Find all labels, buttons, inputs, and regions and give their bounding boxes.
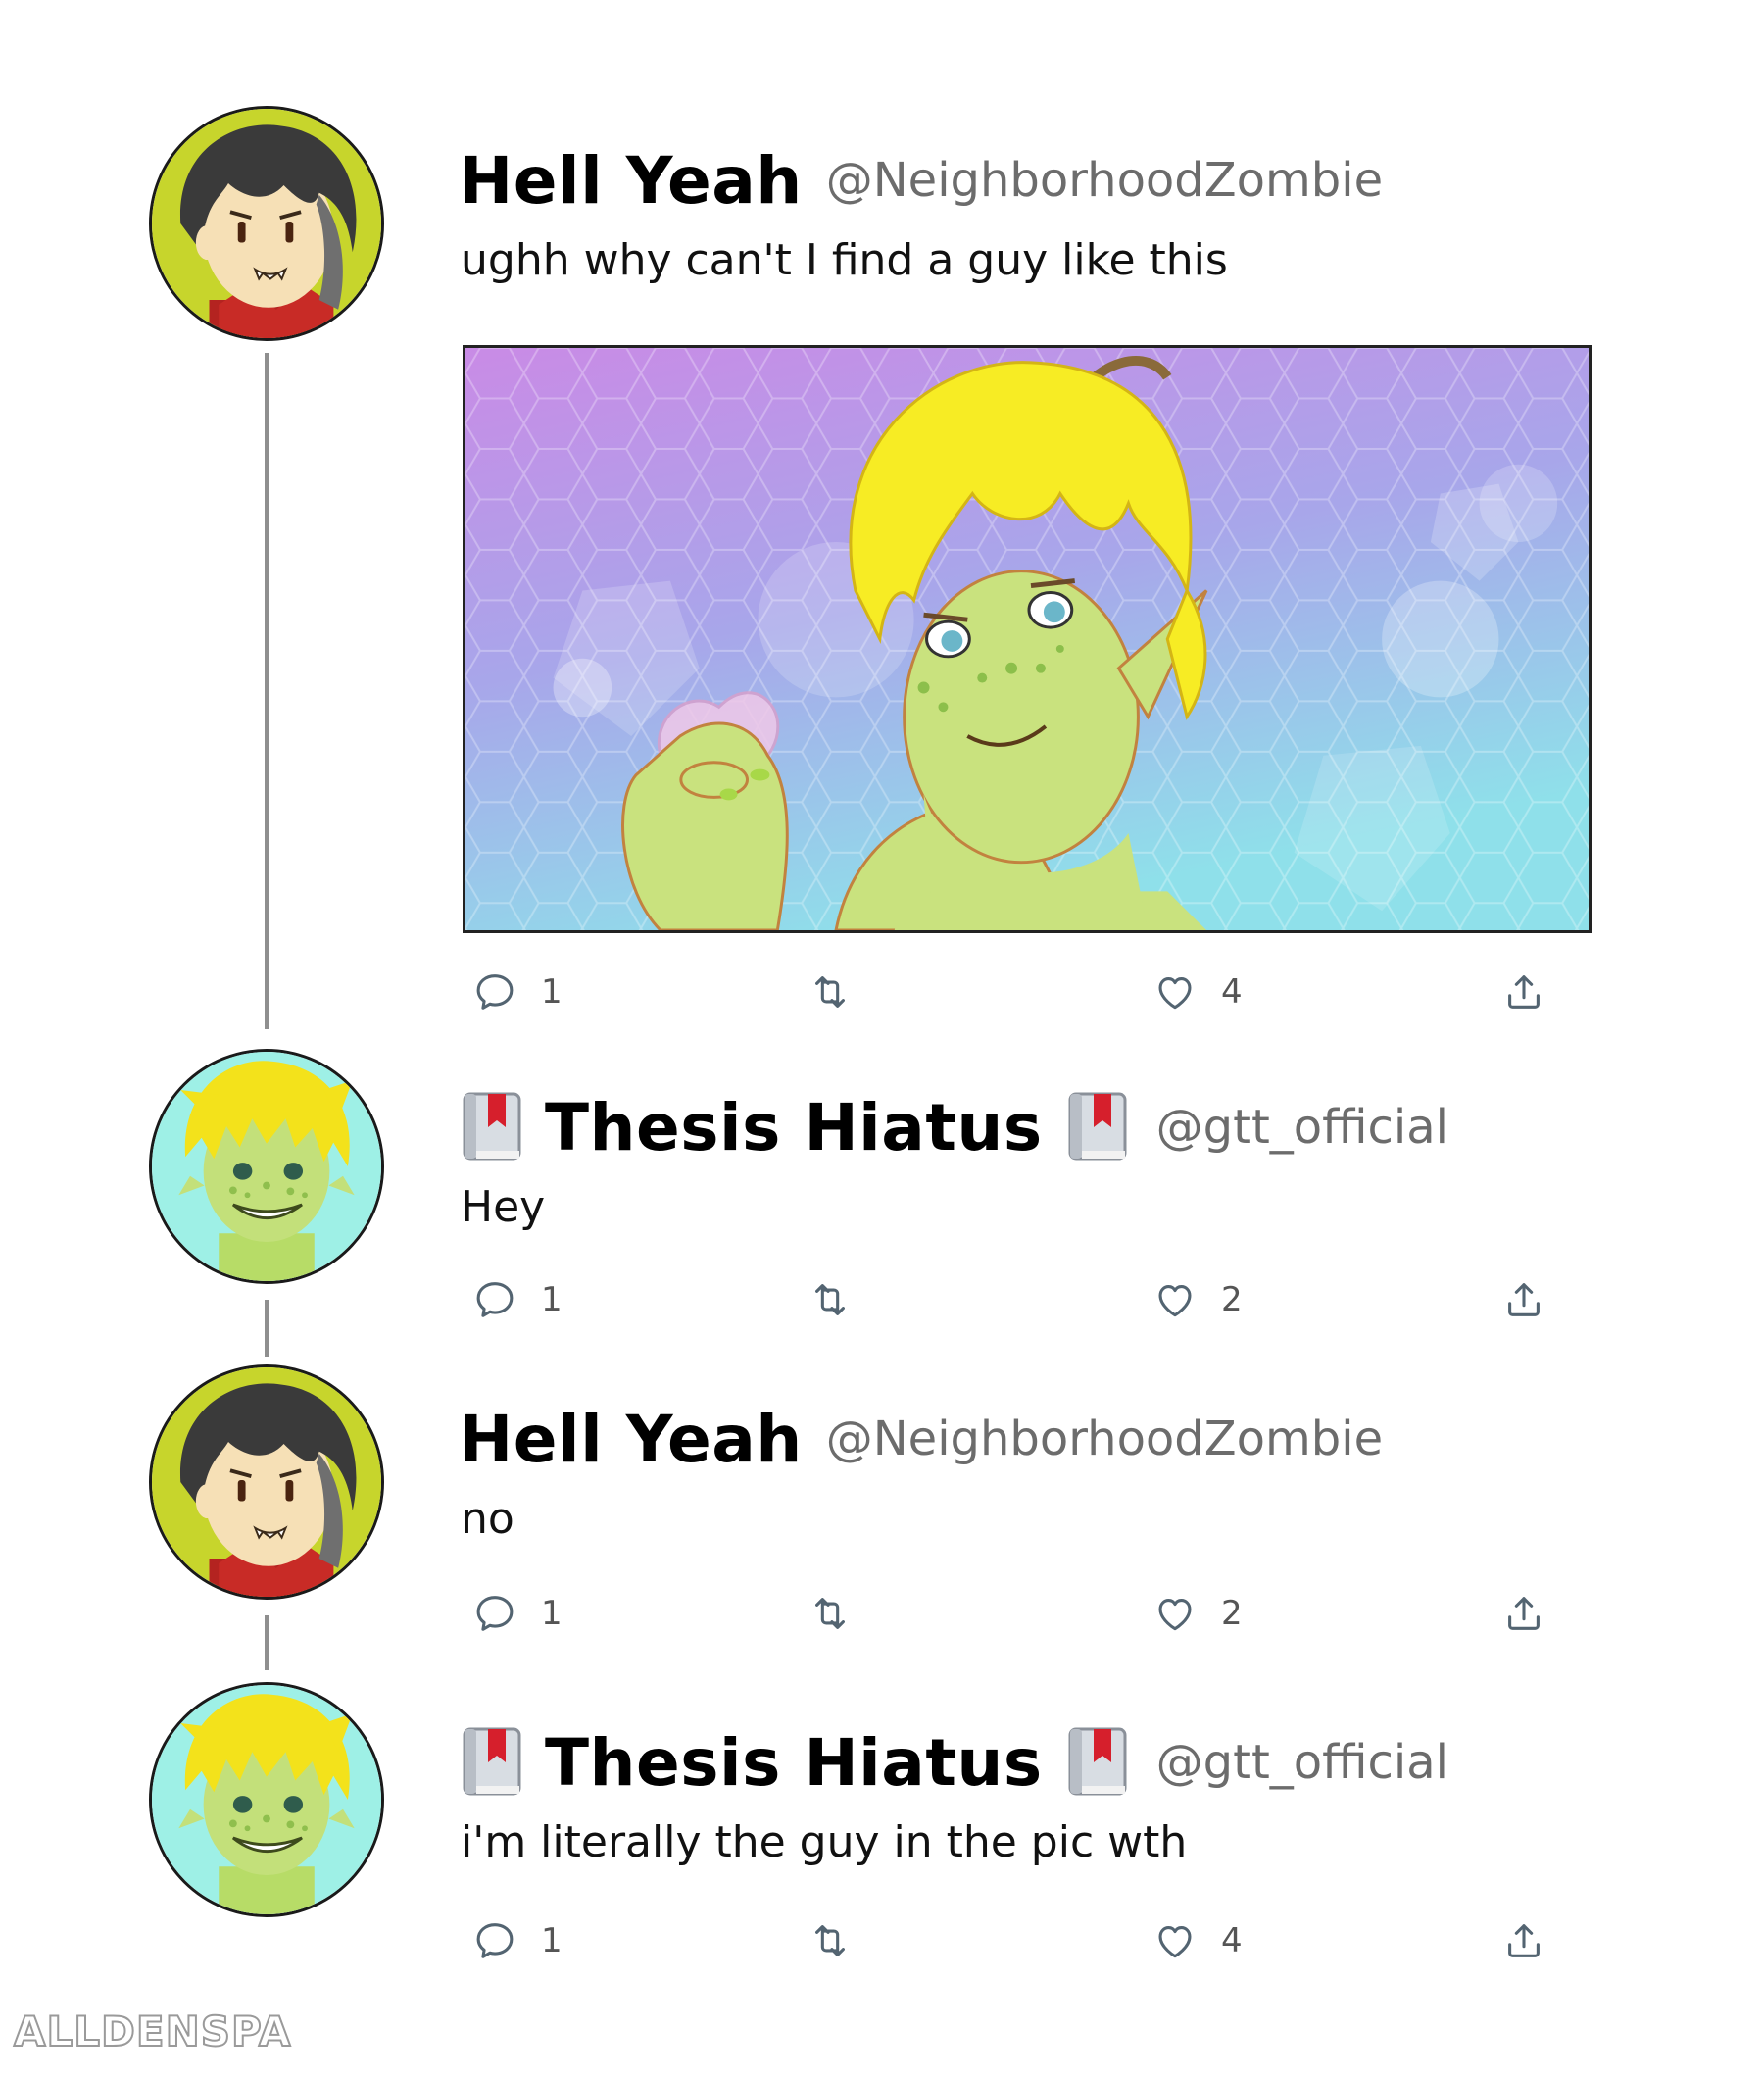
tweet-header: Thesis Hiatus @gtt_official (459, 1086, 1448, 1168)
share-upload-icon (1501, 1918, 1546, 1963)
thread-connector-line (265, 353, 270, 1029)
like-count: 4 (1221, 972, 1243, 1012)
dark-haired-vampire-avatar-image (152, 109, 381, 338)
tweet-text: Hey (461, 1182, 546, 1232)
speech-bubble-icon (472, 1918, 517, 1963)
avatar[interactable] (149, 1049, 384, 1284)
like-button[interactable]: 4 (1152, 1911, 1243, 1970)
like-button[interactable]: 2 (1152, 1584, 1243, 1643)
tweet-header: Hell Yeah @NeighborhoodZombie (459, 1400, 1383, 1478)
tweet-text: no (461, 1494, 514, 1544)
tweet-image[interactable] (463, 345, 1592, 933)
like-button[interactable]: 4 (1152, 963, 1243, 1021)
speech-bubble-icon (472, 1591, 517, 1636)
heart-icon (1152, 1918, 1198, 1963)
user-handle[interactable]: @NeighborhoodZombie (826, 153, 1383, 208)
retweet-icon (808, 1918, 853, 1963)
display-name[interactable]: Thesis Hiatus (545, 1725, 1043, 1801)
share-upload-icon (1501, 969, 1546, 1015)
blonde-green-elf-avatar-image (152, 1052, 381, 1281)
book-bookmark-icon (1064, 1090, 1133, 1164)
tweet-text: ughh why can't I find a guy like this (461, 235, 1228, 285)
retweet-button[interactable] (808, 1584, 853, 1643)
share-upload-icon (1501, 1591, 1546, 1636)
reply-button[interactable]: 1 (472, 1584, 563, 1643)
book-bookmark-icon (459, 1725, 527, 1800)
speech-bubble-icon (472, 1277, 517, 1322)
heart-icon (1152, 1591, 1198, 1636)
heart-icon (1152, 969, 1198, 1015)
like-count: 2 (1221, 1594, 1243, 1633)
book-bookmark-icon (1064, 1725, 1133, 1800)
avatar[interactable] (149, 1364, 384, 1600)
reply-count: 1 (541, 1280, 563, 1319)
tweet-text: i'm literally the guy in the pic wth (461, 1817, 1188, 1867)
reply-count: 1 (541, 1594, 563, 1633)
retweet-button[interactable] (808, 1911, 853, 1970)
share-button[interactable] (1501, 1584, 1546, 1643)
dark-haired-vampire-avatar-image (152, 1367, 381, 1597)
share-button[interactable] (1501, 1270, 1546, 1329)
book-bookmark-icon (459, 1090, 527, 1164)
heart-icon (1152, 1277, 1198, 1322)
avatar[interactable] (149, 1682, 384, 1917)
retweet-button[interactable] (808, 1270, 853, 1329)
tweet-actions: 1 2 (463, 1584, 1599, 1643)
like-button[interactable]: 2 (1152, 1270, 1243, 1329)
user-handle[interactable]: @NeighborhoodZombie (826, 1411, 1383, 1466)
tweet-actions: 1 2 (463, 1270, 1599, 1329)
display-name[interactable]: Hell Yeah (459, 143, 803, 219)
user-handle[interactable]: @gtt_official (1156, 1100, 1448, 1155)
retweet-icon (808, 1277, 853, 1322)
tweet-header: Hell Yeah @NeighborhoodZombie (459, 141, 1383, 220)
tweet-actions: 1 4 (463, 963, 1599, 1021)
display-name[interactable]: Thesis Hiatus (545, 1090, 1043, 1165)
retweet-button[interactable] (808, 963, 853, 1021)
reply-button[interactable]: 1 (472, 963, 563, 1021)
blonde-green-elf-avatar-image (152, 1685, 381, 1914)
reply-count: 1 (541, 972, 563, 1012)
share-button[interactable] (1501, 1911, 1546, 1970)
share-upload-icon (1501, 1277, 1546, 1322)
like-count: 2 (1221, 1280, 1243, 1319)
thread-connector-line (265, 1300, 270, 1357)
reply-button[interactable]: 1 (472, 1270, 563, 1329)
like-count: 4 (1221, 1921, 1243, 1960)
display-name[interactable]: Hell Yeah (459, 1402, 803, 1477)
tweet-header: Thesis Hiatus @gtt_official (459, 1721, 1448, 1804)
reply-count: 1 (541, 1921, 563, 1960)
avatar[interactable] (149, 106, 384, 341)
speech-bubble-icon (472, 969, 517, 1015)
artist-watermark: ALLDENSPA (13, 2006, 292, 2056)
retweet-icon (808, 969, 853, 1015)
retweet-icon (808, 1591, 853, 1636)
reply-button[interactable]: 1 (472, 1911, 563, 1970)
green-elf-character-illustration (466, 348, 1589, 930)
share-button[interactable] (1501, 963, 1546, 1021)
tweet-actions: 1 4 (463, 1911, 1599, 1970)
thread-connector-line (265, 1615, 270, 1670)
user-handle[interactable]: @gtt_official (1156, 1735, 1448, 1790)
